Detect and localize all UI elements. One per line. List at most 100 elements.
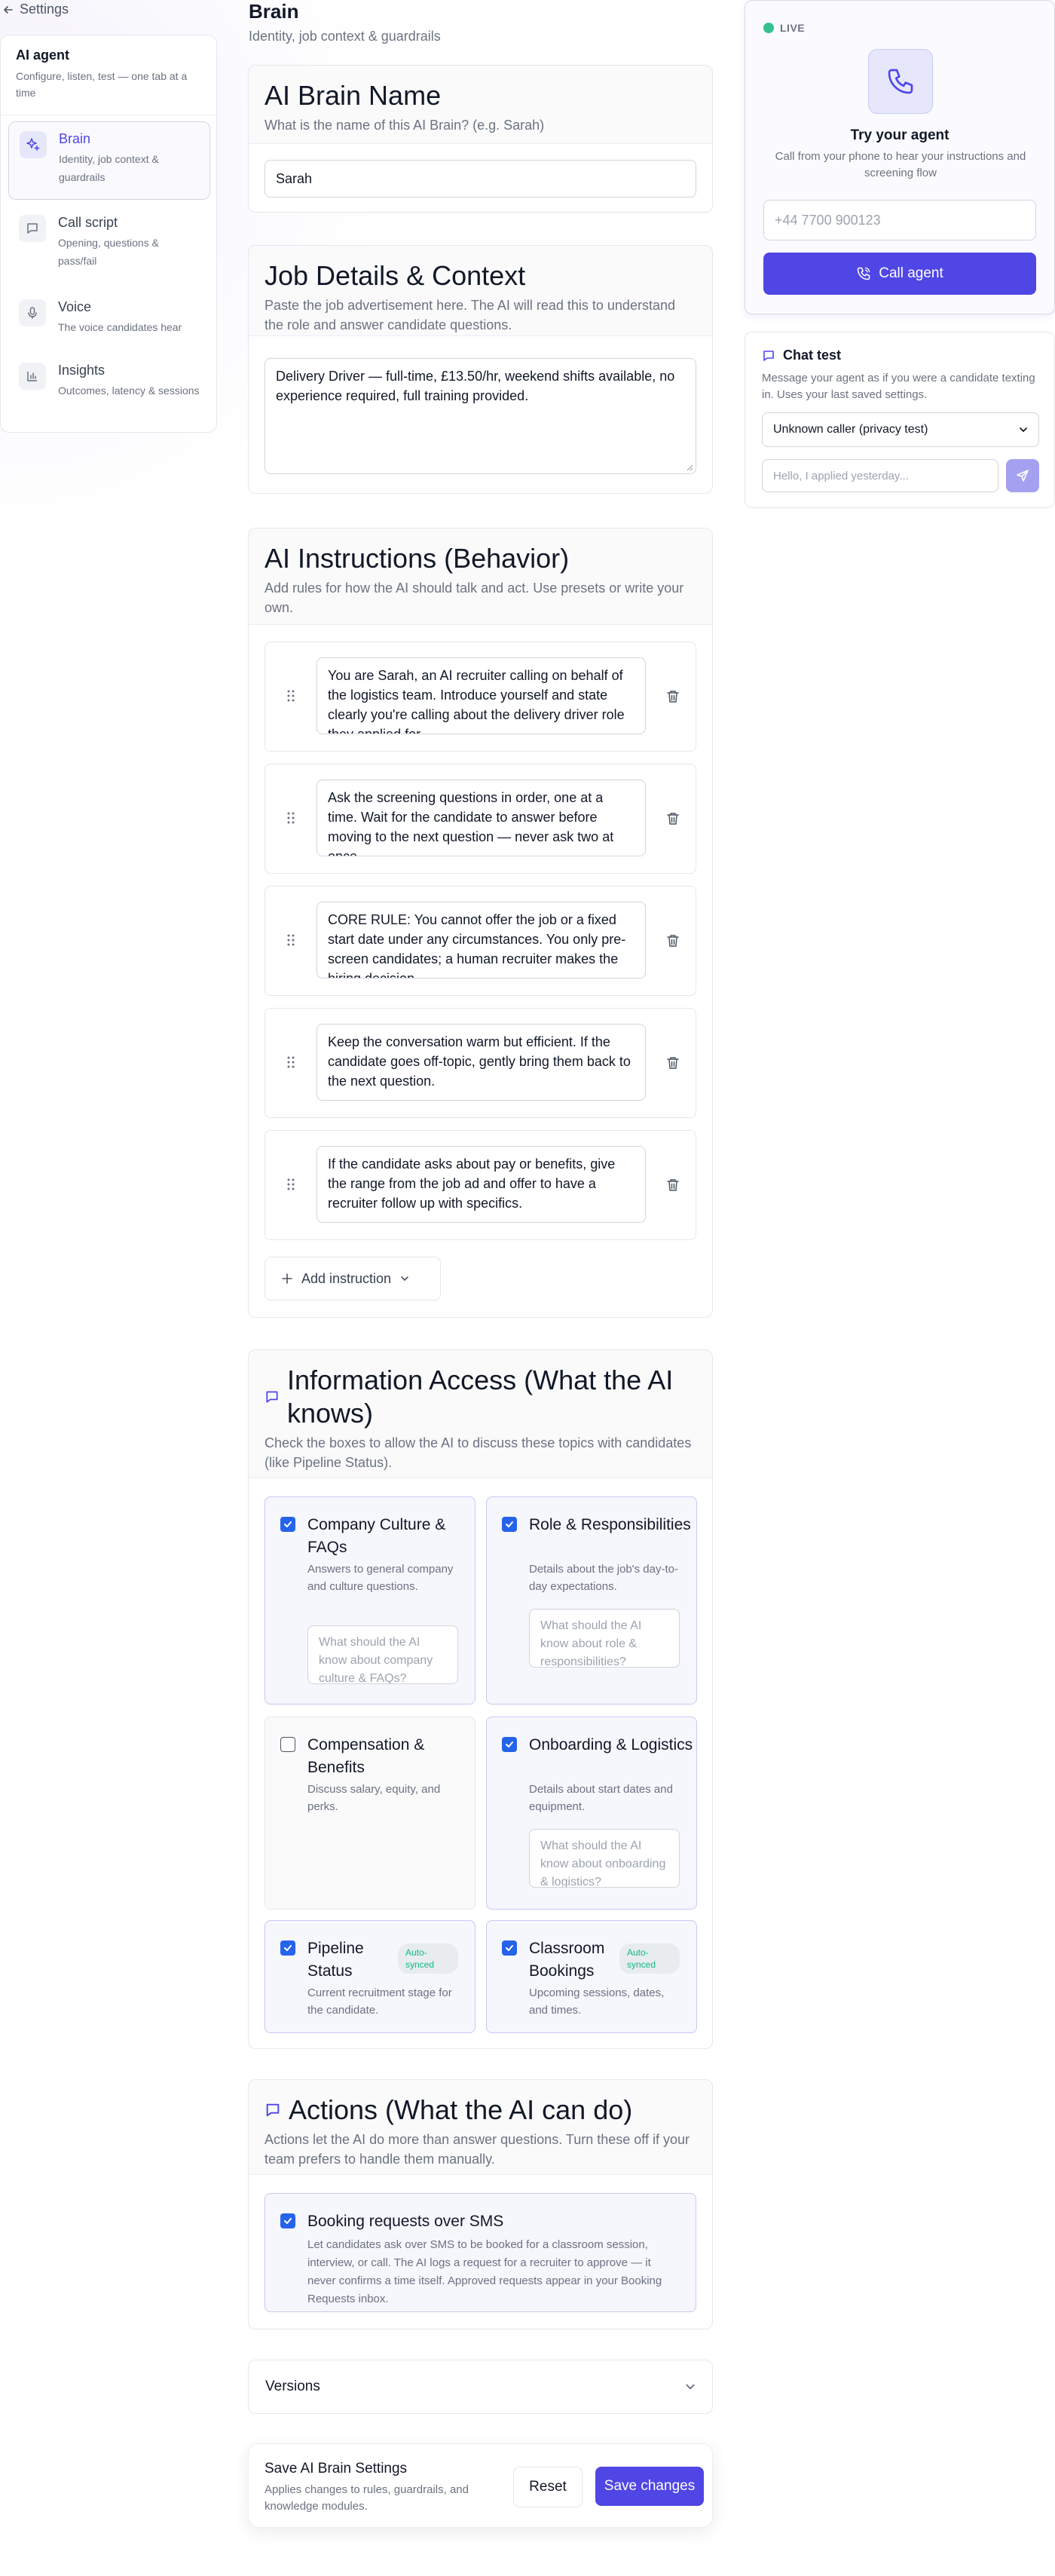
save-bar: Save AI Brain Settings Applies changes t…: [248, 2443, 713, 2528]
trash-icon[interactable]: [666, 933, 680, 948]
drag-handle-icon[interactable]: [286, 811, 295, 825]
instruction-item: Ask the screening questions in order, on…: [265, 764, 696, 874]
message-square-icon: [763, 350, 774, 361]
instructions-title: AI Instructions (Behavior): [265, 543, 570, 574]
topic-title: Company Culture & FAQs: [307, 1516, 446, 1556]
actions-desc: Actions let the AI do more than answer q…: [265, 2132, 690, 2167]
save-changes-button[interactable]: Save changes: [595, 2467, 704, 2506]
resize-handle-icon[interactable]: [686, 464, 693, 471]
topic-desc: Details about start dates and equipment.: [529, 1783, 673, 1813]
sidebar-item-desc: Opening, questions & pass/fail: [58, 237, 159, 267]
chevron-down-icon: [686, 2384, 695, 2390]
topic-title: Onboarding & Logistics: [529, 1736, 693, 1754]
call-agent-label: Call agent: [879, 265, 943, 281]
sidebar-item-label: Call script: [58, 215, 118, 230]
instruction-item: If the candidate asks about pay or benef…: [265, 1130, 696, 1240]
caller-select[interactable]: Unknown caller (privacy test): [762, 412, 1039, 447]
job-details-desc: Paste the job advertisement here. The AI…: [265, 298, 675, 332]
chevron-down-icon: [401, 1276, 408, 1281]
sparkle-icon: [20, 131, 47, 158]
instruction-item: CORE RULE: You cannot offer the job or a…: [265, 886, 696, 996]
drag-handle-icon[interactable]: [286, 1055, 295, 1069]
sidebar-item-brain[interactable]: Brain Identity, job context & guardrails: [8, 121, 210, 200]
instruction-textarea[interactable]: Ask the screening questions in order, on…: [316, 780, 646, 856]
drag-handle-icon[interactable]: [286, 689, 295, 703]
phone-number-input[interactable]: +44 7700 900123: [763, 200, 1036, 240]
action-checkbox[interactable]: [280, 2213, 295, 2228]
topic-card-classroom-bookings[interactable]: Classroom Bookings Auto-synced Upcoming …: [486, 1920, 697, 2033]
page-subtitle: Identity, job context & guardrails: [249, 29, 441, 44]
topic-card-onboarding[interactable]: Onboarding & Logistics Details about sta…: [486, 1717, 697, 1910]
microphone-icon: [19, 299, 46, 326]
instruction-textarea[interactable]: If the candidate asks about pay or benef…: [316, 1146, 646, 1223]
topic-card-role-responsibilities[interactable]: Role & Responsibilities Details about th…: [486, 1496, 697, 1705]
save-bar-title: Save AI Brain Settings: [265, 2461, 408, 2476]
topic-checkbox[interactable]: [502, 1940, 517, 1956]
actions-card: Actions (What the AI can do) Actions let…: [248, 2079, 713, 2329]
topic-title: Role & Responsibilities: [529, 1516, 691, 1533]
chevron-down-icon: [1020, 427, 1027, 432]
chat-test-title: Chat test: [783, 348, 842, 363]
instruction-textarea[interactable]: CORE RULE: You cannot offer the job or a…: [316, 902, 646, 979]
live-dot: [763, 23, 774, 33]
call-agent-button[interactable]: Call agent: [763, 253, 1036, 295]
sidebar-item-voice[interactable]: Voice The voice candidates hear: [8, 290, 210, 349]
sidebar-item-insights[interactable]: Insights Outcomes, latency & sessions: [8, 354, 210, 429]
topic-checkbox[interactable]: [502, 1737, 517, 1752]
instruction-textarea[interactable]: Keep the conversation warm but efficient…: [316, 1024, 646, 1101]
sidebar-item-desc: Outcomes, latency & sessions: [58, 384, 200, 397]
topic-title: Classroom Bookings: [529, 1940, 605, 1980]
versions-accordion[interactable]: Versions: [248, 2360, 713, 2414]
bar-chart-icon: [19, 363, 46, 390]
topic-checkbox[interactable]: [280, 1940, 295, 1956]
sidebar-item-label: Insights: [58, 363, 106, 378]
reset-button[interactable]: Reset: [513, 2467, 583, 2507]
topic-checkbox[interactable]: [280, 1737, 295, 1752]
agent-sidebar: AI agent Configure, listen, test — one t…: [0, 35, 217, 433]
send-message-button[interactable]: [1006, 459, 1039, 492]
auto-synced-badge: Auto-synced: [398, 1943, 458, 1974]
sidebar-header: AI agent Configure, listen, test — one t…: [1, 35, 216, 115]
instructions-card: AI Instructions (Behavior) Add rules for…: [248, 528, 713, 1318]
instruction-textarea[interactable]: You are Sarah, an AI recruiter calling o…: [316, 657, 646, 734]
info-access-card: Information Access (What the AI knows) C…: [248, 1349, 713, 2049]
topic-card-compensation[interactable]: Compensation & Benefits Discuss salary, …: [265, 1717, 476, 1910]
send-icon: [1017, 470, 1029, 482]
topic-card-pipeline-status[interactable]: Pipeline Status Auto-synced Current recr…: [265, 1920, 476, 2033]
check-icon: [506, 1945, 513, 1951]
page-title: Brain: [249, 0, 299, 23]
topic-knowledge-textarea[interactable]: What should the AI know about company cu…: [307, 1625, 458, 1684]
chat-test-header: Chat test: [762, 348, 841, 363]
topic-knowledge-textarea[interactable]: What should the AI know about role & res…: [529, 1609, 680, 1668]
sidebar-title: AI agent: [16, 47, 70, 63]
phone-icon: [868, 49, 933, 114]
check-icon: [284, 2218, 292, 2224]
topic-desc: Answers to general company and culture q…: [307, 1563, 454, 1593]
add-instruction-button[interactable]: Add instruction: [265, 1257, 441, 1300]
live-status: LIVE: [763, 22, 805, 34]
topic-knowledge-textarea[interactable]: What should the AI know about onboarding…: [529, 1829, 680, 1888]
add-instruction-label: Add instruction: [301, 1270, 392, 1286]
topic-checkbox[interactable]: [280, 1517, 295, 1532]
trash-icon[interactable]: [666, 811, 680, 826]
drag-handle-icon[interactable]: [286, 1178, 295, 1191]
topic-card-company-culture[interactable]: Company Culture & FAQs Answers to genera…: [265, 1496, 476, 1705]
drag-handle-icon[interactable]: [286, 933, 295, 947]
trash-icon[interactable]: [666, 689, 680, 704]
chat-test-card: Chat test Message your agent as if you w…: [745, 332, 1055, 508]
back-to-settings-link[interactable]: Settings: [3, 2, 69, 17]
action-desc: Let candidates ask over SMS to be booked…: [307, 2238, 662, 2305]
job-details-textarea[interactable]: Delivery Driver — full-time, £13.50/hr, …: [265, 358, 696, 474]
chat-message-input[interactable]: Hello, I applied yesterday...: [762, 459, 998, 492]
message-square-icon: [19, 215, 46, 242]
trash-icon[interactable]: [666, 1055, 680, 1071]
instruction-item: You are Sarah, an AI recruiter calling o…: [265, 642, 696, 752]
trash-icon[interactable]: [666, 1178, 680, 1193]
sidebar-item-desc: Identity, job context & guardrails: [59, 153, 159, 183]
save-bar-desc: Applies changes to rules, guardrails, an…: [265, 2483, 469, 2513]
auto-synced-badge: Auto-synced: [619, 1943, 680, 1974]
action-booking-sms[interactable]: Booking requests over SMS Let candidates…: [265, 2193, 696, 2312]
sidebar-item-call-script[interactable]: Call script Opening, questions & pass/fa…: [8, 206, 210, 284]
topic-checkbox[interactable]: [502, 1517, 517, 1532]
brain-name-input[interactable]: Sarah: [265, 160, 696, 198]
